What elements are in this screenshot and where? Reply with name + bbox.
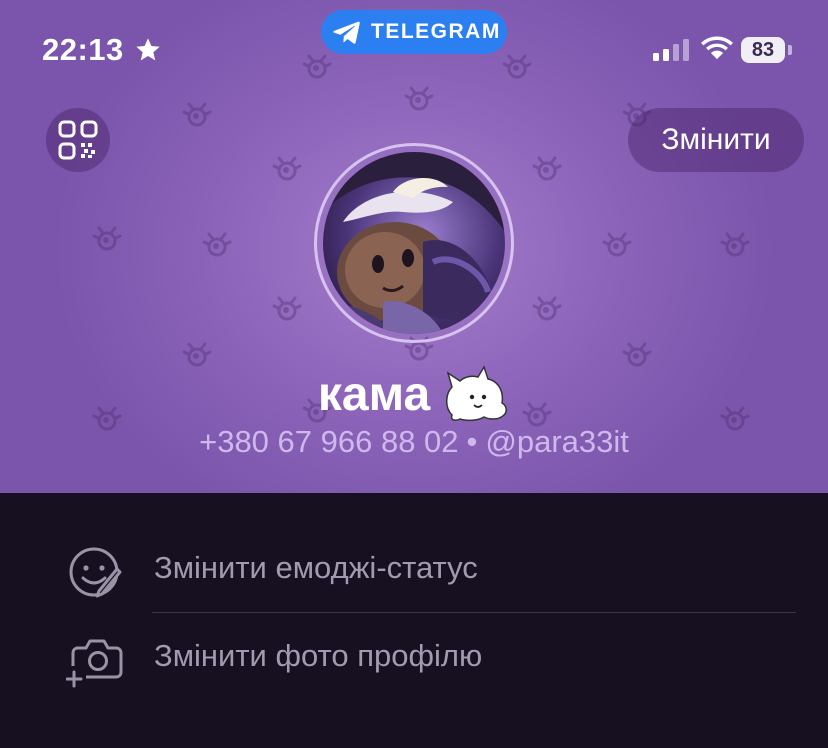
pattern-doodle-icon	[182, 102, 212, 127]
pattern-doodle-icon	[404, 86, 434, 111]
profile-phone[interactable]: +380 67 966 88 02	[199, 424, 458, 459]
battery-indicator: 83	[741, 37, 785, 63]
battery-tip	[788, 45, 792, 55]
profile-contact-line: +380 67 966 88 02 • @para33it	[0, 424, 828, 468]
profile-username[interactable]: @para33it	[485, 424, 629, 459]
telegram-badge-label: TELEGRAM	[371, 20, 501, 43]
avatar-image	[323, 152, 505, 334]
status-bar: 22:13 TELEGRAM 83	[0, 10, 828, 70]
avatar-ring[interactable]	[314, 143, 514, 343]
pattern-doodle-icon	[532, 156, 562, 181]
profile-name-row: кама	[0, 364, 828, 424]
menu-item-change-photo[interactable]: Змінити фото профілю	[0, 615, 828, 703]
qr-code-button[interactable]	[46, 108, 110, 172]
pattern-doodle-icon	[602, 232, 632, 257]
profile-name: кама	[317, 367, 431, 421]
status-time: 22:13	[42, 32, 124, 67]
menu-item-label: Змінити фото профілю	[154, 638, 483, 673]
menu-divider	[152, 612, 796, 613]
star-icon	[136, 38, 160, 61]
telegram-badge[interactable]: TELEGRAM	[321, 10, 507, 54]
cat-emoji-status-icon[interactable]	[438, 363, 510, 425]
emoji-status-icon	[69, 547, 122, 598]
camera-add-icon	[66, 639, 123, 688]
profile-menu: Змінити емоджі-статус Змінити фото профі…	[0, 493, 828, 748]
pattern-doodle-icon	[202, 232, 232, 257]
qr-code-icon	[58, 120, 98, 160]
pattern-doodle-icon	[272, 156, 302, 181]
separator-dot: •	[466, 424, 478, 459]
pattern-doodle-icon	[720, 232, 750, 257]
pattern-doodle-icon	[92, 226, 122, 251]
menu-item-label: Змінити емоджі-статус	[154, 550, 478, 585]
menu-item-emoji-status[interactable]: Змінити емоджі-статус	[0, 527, 828, 615]
edit-profile-button[interactable]: Змінити	[628, 108, 804, 172]
pattern-doodle-icon	[532, 296, 562, 321]
cellular-signal-icon	[653, 39, 689, 61]
pattern-doodle-icon	[272, 296, 302, 321]
avatar[interactable]	[323, 152, 505, 334]
profile-header: 22:13 TELEGRAM 83 Змінити кама +380 67 9…	[0, 0, 828, 493]
wifi-icon	[701, 36, 733, 60]
telegram-plane-icon	[333, 21, 360, 44]
